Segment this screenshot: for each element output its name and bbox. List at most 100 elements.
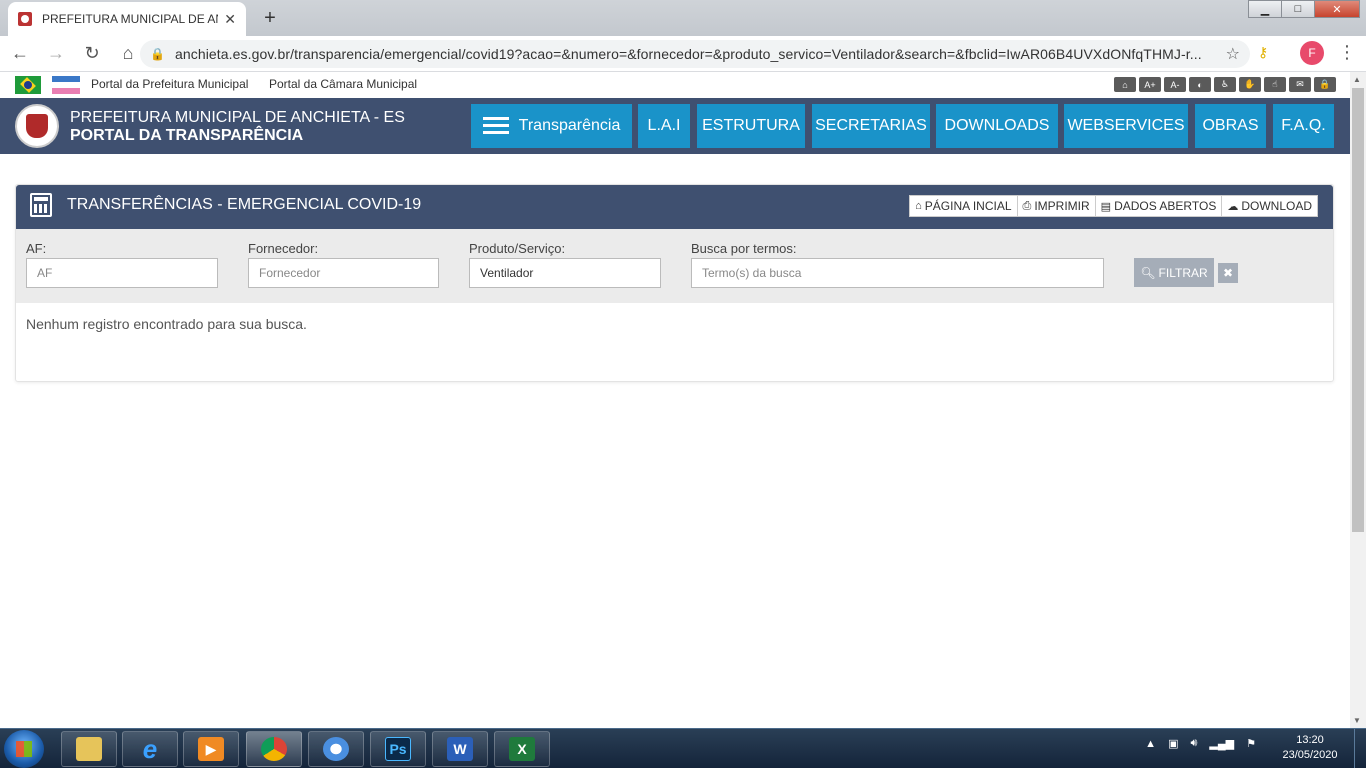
tab-title: PREFEITURA MUNICIPAL DE ANC <box>42 12 219 26</box>
nav-lai[interactable]: L.A.I <box>638 104 690 148</box>
link-portal-camara[interactable]: Portal da Câmara Municipal <box>269 77 417 91</box>
nav-obras[interactable]: OBRAS <box>1195 104 1266 148</box>
produto-servico-input[interactable] <box>469 258 661 288</box>
municipal-crest-logo[interactable] <box>15 104 59 148</box>
extension-key-icon[interactable]: ⚷ <box>1258 44 1268 61</box>
acc-lock-icon[interactable]: 🔒 <box>1314 77 1336 92</box>
search-terms-input[interactable] <box>691 258 1104 288</box>
filter-button-label: FILTRAR <box>1158 265 1208 280</box>
volume-icon[interactable]: 🔊︎ <box>1190 737 1197 750</box>
window-controls: ▁ □ ✕ <box>1248 0 1360 18</box>
taskbar-excel[interactable]: X <box>494 731 550 767</box>
system-tray: ▲ ▣ 🔊︎ ▂▄▆ ⚑ <box>1133 737 1256 750</box>
brazil-flag-icon[interactable] <box>15 76 41 94</box>
scroll-up-icon[interactable]: ▲ <box>1353 75 1361 84</box>
list-icon <box>482 117 509 135</box>
address-bar[interactable]: 🔒 anchieta.es.gov.br/transparencia/emerg… <box>140 40 1250 68</box>
favicon-icon <box>18 12 32 26</box>
browser-tabbar: PREFEITURA MUNICIPAL DE ANC ✕ + ▁ □ ✕ <box>0 0 1366 36</box>
book-icon: ▤ <box>1100 200 1112 213</box>
download-button[interactable]: ☁ DOWNLOAD <box>1221 195 1318 217</box>
acc-libras-icon[interactable]: ✋ <box>1239 77 1261 92</box>
browser-tab[interactable]: PREFEITURA MUNICIPAL DE ANC ✕ <box>8 2 246 36</box>
clock-time: 13:20 <box>1296 734 1324 746</box>
start-button[interactable] <box>4 730 44 768</box>
open-data-button[interactable]: ▤ DADOS ABERTOS <box>1094 195 1223 217</box>
chromium-icon <box>323 737 349 761</box>
windows-taskbar: e ▶ Ps W X ▲ ▣ 🔊︎ ▂▄▆ ⚑ <box>0 728 1366 768</box>
taskbar-ie[interactable]: e <box>122 731 178 767</box>
scroll-down-icon[interactable]: ▼ <box>1353 716 1361 725</box>
site-subtitle: PORTAL DA TRANSPARÊNCIA <box>70 127 304 144</box>
word-icon: W <box>447 737 473 761</box>
taskbar-explorer[interactable] <box>61 731 117 767</box>
maximize-button[interactable]: □ <box>1281 0 1315 18</box>
print-label: IMPRIMIR <box>1034 199 1090 213</box>
acc-font-decrease-icon[interactable]: A- <box>1164 77 1186 92</box>
browser-menu-icon[interactable]: ⋮ <box>1338 42 1356 63</box>
busca-termos-label: Busca por termos: <box>691 241 797 256</box>
espirito-santo-flag-icon[interactable] <box>52 76 80 94</box>
nav-transparencia-label: Transparência <box>518 117 621 134</box>
clear-filters-button[interactable]: ✖ <box>1218 263 1238 283</box>
site-title: PREFEITURA MUNICIPAL DE ANCHIETA - ES <box>70 109 405 126</box>
bookmark-star-icon[interactable]: ☆ <box>1226 44 1240 64</box>
panel-title: TRANSFERÊNCIAS - EMERGENCIAL COVID-19 <box>67 196 422 213</box>
nav-webservices[interactable]: WEBSERVICES <box>1064 104 1188 148</box>
taskbar-photoshop[interactable]: Ps <box>370 731 426 767</box>
filter-button[interactable]: 🔍︎ FILTRAR <box>1134 258 1214 287</box>
filter-bar: AF: Fornecedor: Produto/Serviço: Busca p… <box>16 229 1333 303</box>
print-button[interactable]: ⎙ IMPRIMIR <box>1016 195 1096 217</box>
covid-transfers-panel: TRANSFERÊNCIAS - EMERGENCIAL COVID-19 ⌂ P… <box>15 184 1334 382</box>
tray-expand-icon[interactable]: ▲ <box>1145 738 1156 750</box>
fornecedor-input[interactable] <box>248 258 439 288</box>
acc-font-increase-icon[interactable]: A+ <box>1139 77 1161 92</box>
nav-transparencia[interactable]: Transparência <box>471 104 632 148</box>
taskbar-chromium[interactable] <box>308 731 364 767</box>
internet-explorer-icon: e <box>142 733 158 764</box>
profile-avatar[interactable]: F <box>1300 41 1324 65</box>
new-tab-button[interactable]: + <box>256 5 284 31</box>
cloud-download-icon: ☁ <box>1227 200 1239 213</box>
tab-close-icon[interactable]: ✕ <box>224 11 236 28</box>
taskbar-word[interactable]: W <box>432 731 488 767</box>
tray-device-icon[interactable]: ▣ <box>1168 737 1178 750</box>
reload-icon[interactable]: ↻ <box>76 38 108 70</box>
magnifier-icon: 🔍︎ <box>1140 265 1156 280</box>
folder-icon <box>76 737 102 761</box>
page-scrollbar[interactable]: ▲ ▼ <box>1350 72 1366 728</box>
minimize-button[interactable]: ▁ <box>1248 0 1282 18</box>
nav-secretarias[interactable]: SECRETARIAS <box>812 104 930 148</box>
scroll-thumb[interactable] <box>1352 88 1364 532</box>
chrome-icon <box>261 737 287 761</box>
acc-mail-icon[interactable]: ✉ <box>1289 77 1311 92</box>
acc-wheelchair-icon[interactable]: ♿ <box>1214 77 1236 92</box>
af-input[interactable] <box>26 258 218 288</box>
acc-home-icon[interactable]: ⌂ <box>1114 77 1136 92</box>
clock-date: 23/05/2020 <box>1282 749 1338 761</box>
show-desktop-button[interactable] <box>1354 729 1366 768</box>
lock-icon[interactable]: 🔒 <box>150 47 165 61</box>
af-label: AF: <box>26 241 47 256</box>
taskbar-media[interactable]: ▶ <box>183 731 239 767</box>
nav-faq[interactable]: F.A.Q. <box>1273 104 1334 148</box>
forward-icon[interactable]: → <box>40 38 72 70</box>
browser-toolbar: ← → ↻ ⌂ 🔒 anchieta.es.gov.br/transparenc… <box>0 36 1366 72</box>
url-text[interactable]: anchieta.es.gov.br/transparencia/emergen… <box>175 46 1218 62</box>
home-page-button[interactable]: ⌂ PÁGINA INCIAL <box>909 195 1018 217</box>
house-icon: ⌂ <box>915 200 922 212</box>
close-window-button[interactable]: ✕ <box>1314 0 1360 18</box>
acc-contrast-icon[interactable]: ◐ <box>1189 77 1211 92</box>
fornecedor-label: Fornecedor: <box>248 241 319 256</box>
produto-servico-label: Produto/Serviço: <box>469 241 566 256</box>
back-icon[interactable]: ← <box>4 38 36 70</box>
taskbar-chrome[interactable] <box>246 731 302 767</box>
link-portal-prefeitura[interactable]: Portal da Prefeitura Municipal <box>91 77 248 91</box>
nav-estrutura[interactable]: ESTRUTURA <box>697 104 805 148</box>
acc-hand-icon[interactable]: ☝ <box>1264 77 1286 92</box>
network-icon[interactable]: ⚑ <box>1246 737 1256 750</box>
nav-downloads[interactable]: DOWNLOADS <box>936 104 1058 148</box>
signal-icon[interactable]: ▂▄▆ <box>1209 737 1234 750</box>
taskbar-clock[interactable]: 13:20 23/05/2020 <box>1280 733 1340 763</box>
open-data-label: DADOS ABERTOS <box>1114 199 1217 213</box>
